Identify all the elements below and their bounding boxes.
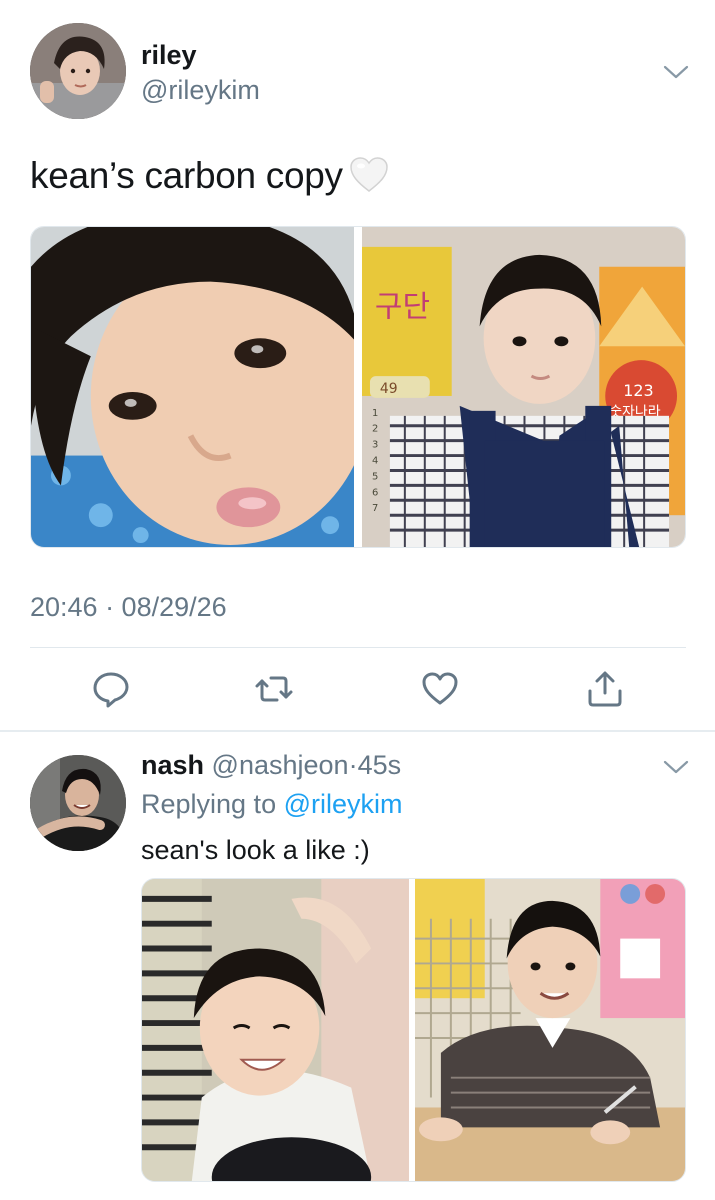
reply-text: sean's look a like :): [141, 835, 370, 865]
divider: [30, 647, 686, 648]
photo-boy-waving[interactable]: [142, 879, 410, 1181]
list-number: 5: [372, 471, 378, 482]
reply-author-handle[interactable]: @nashjeon: [212, 750, 349, 780]
tweet-timestamp[interactable]: 20:46 · 08/29/26: [30, 592, 227, 623]
sign-number: 49: [380, 381, 398, 397]
nash-avatar[interactable]: [30, 755, 126, 851]
tweet-text: kean’s carbon copy: [30, 155, 389, 197]
replying-to-line: Replying to @rileykim: [141, 789, 403, 820]
replying-to-handle[interactable]: @rileykim: [284, 789, 403, 819]
retweet-icon[interactable]: [254, 669, 294, 709]
author-handle[interactable]: @rileykim: [141, 75, 260, 106]
list-number: 7: [372, 503, 378, 514]
white-heart-icon: [349, 156, 389, 194]
chevron-down-icon[interactable]: [663, 759, 689, 775]
photo-boy-overalls[interactable]: 구단 49 1 2 3 4 5 6 7 123 숫자나라: [361, 227, 685, 547]
share-icon[interactable]: [585, 669, 625, 709]
reply-author-name[interactable]: nash: [141, 750, 204, 780]
reply-icon[interactable]: [91, 669, 131, 709]
reply-time[interactable]: 45s: [358, 750, 402, 780]
section-divider: [0, 730, 715, 732]
main-tweet: riley @rileykim kean’s carbon copy 구단 49…: [0, 0, 715, 730]
sign-label: 구단: [375, 289, 430, 324]
tweet-text-content: kean’s carbon copy: [30, 155, 343, 196]
list-number: 3: [372, 440, 378, 451]
badge-number: 123: [623, 381, 653, 400]
list-number: 4: [372, 456, 378, 467]
list-number: 6: [372, 487, 378, 498]
replying-to-label: Replying to: [141, 789, 277, 819]
tweet-media-grid[interactable]: 구단 49 1 2 3 4 5 6 7 123 숫자나라: [30, 226, 686, 548]
chevron-down-icon[interactable]: [663, 64, 689, 80]
list-number: 2: [372, 424, 378, 435]
reply-media-grid[interactable]: [141, 878, 686, 1182]
riley-avatar[interactable]: [30, 23, 126, 119]
author-name[interactable]: riley: [141, 40, 197, 71]
reply-header: nash @nashjeon·45s: [141, 750, 401, 781]
list-number: 1: [372, 408, 378, 419]
like-icon[interactable]: [420, 669, 460, 709]
separator-dot: ·: [348, 750, 358, 780]
photo-toddler-closeup[interactable]: [31, 227, 370, 547]
photo-boy-classroom[interactable]: [414, 879, 685, 1181]
